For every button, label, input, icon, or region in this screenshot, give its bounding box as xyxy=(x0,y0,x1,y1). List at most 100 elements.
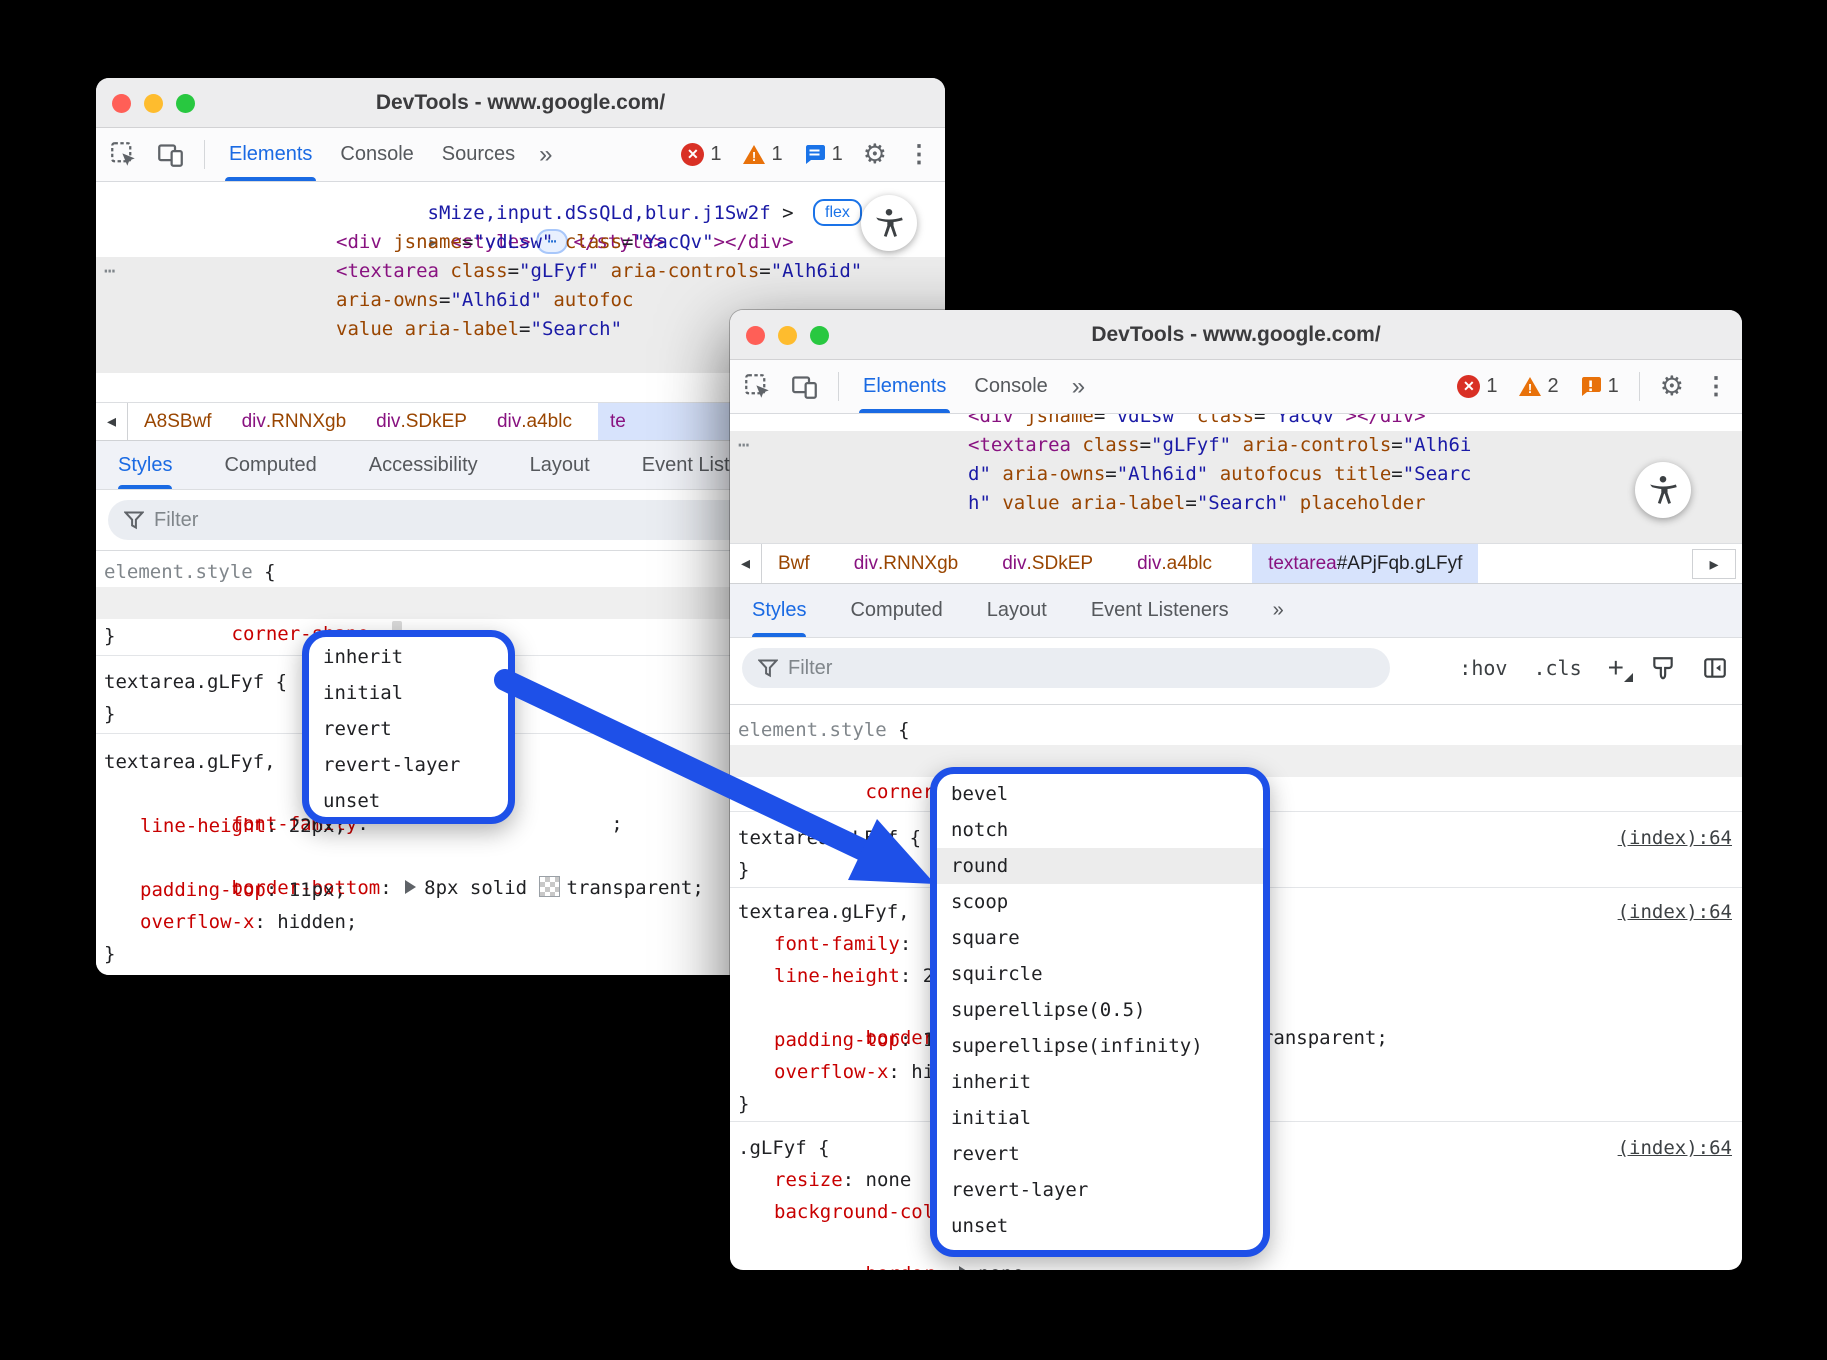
tab-elements[interactable]: Elements xyxy=(859,360,950,413)
sidebar-panel-icon[interactable] xyxy=(1702,655,1728,681)
css-property[interactable]: padding-top: 11px; xyxy=(140,875,346,905)
error-badge[interactable]: ✕ 1 xyxy=(1457,360,1497,413)
dropdown-option[interactable]: scoop xyxy=(937,884,1263,920)
dropdown-option[interactable]: inherit xyxy=(309,639,508,675)
gear-icon[interactable]: ⚙ xyxy=(863,128,887,181)
dropdown-option[interactable]: revert-layer xyxy=(309,747,508,783)
tab-styles[interactable]: Styles xyxy=(752,584,806,637)
dom-line[interactable]: <div jsname="vdLsw" class="YacQv"></div> xyxy=(96,228,945,257)
dropdown-option[interactable]: square xyxy=(937,920,1263,956)
dropdown-option[interactable]: unset xyxy=(309,783,508,819)
warning-badge[interactable]: ! 2 xyxy=(1518,360,1559,413)
css-property[interactable]: font-family: xyxy=(774,929,923,959)
dropdown-option[interactable]: squircle xyxy=(937,956,1263,992)
toggle-class-button[interactable]: .cls xyxy=(1533,656,1581,680)
tab-layout[interactable]: Layout xyxy=(987,584,1047,637)
css-property[interactable]: resize: none xyxy=(774,1165,911,1195)
rule-selector[interactable]: textarea.gLFyf, xyxy=(104,747,276,777)
kebab-menu-icon[interactable]: ⋮ xyxy=(907,128,931,181)
dropdown-option[interactable]: inherit xyxy=(937,1064,1263,1100)
breadcrumb-item[interactable]: div.SDkEP xyxy=(998,544,1097,583)
rule-selector[interactable]: element.style { xyxy=(104,557,276,587)
tab-layout[interactable]: Layout xyxy=(530,441,590,489)
tab-computed[interactable]: Computed xyxy=(850,584,942,637)
zoom-window-button[interactable] xyxy=(810,326,829,345)
minimize-window-button[interactable] xyxy=(144,94,163,113)
tab-console[interactable]: Console xyxy=(970,360,1051,413)
dom-line-selected[interactable] xyxy=(730,518,1742,543)
dom-line-selected[interactable]: h" value aria-label="Search" placeholder xyxy=(730,489,1742,518)
more-panel-tabs-icon[interactable]: » xyxy=(1273,584,1284,637)
message-badge[interactable]: 1 xyxy=(803,128,843,181)
dom-line[interactable]: sMize,input.dSsQLd,blur.j1Sw2f > flex xyxy=(96,182,945,199)
rule-selector[interactable]: textarea.gLFyf { xyxy=(104,667,287,697)
breadcrumb-item[interactable]: div.a4blc xyxy=(1133,544,1216,583)
filter-input[interactable]: Filter xyxy=(742,648,1390,688)
breadcrumb-item[interactable]: div.RNNXgb xyxy=(238,403,351,440)
breadcrumb-item[interactable]: div.SDkEP xyxy=(372,403,471,440)
close-window-button[interactable] xyxy=(746,326,765,345)
transparent-color-swatch[interactable] xyxy=(539,876,560,897)
more-tabs-icon[interactable]: » xyxy=(1072,360,1085,413)
error-badge[interactable]: ✕ 1 xyxy=(681,128,721,181)
crumb-scroll-left-button[interactable]: ◂ xyxy=(730,544,762,583)
stylesheet-source-link[interactable]: (index):64 xyxy=(1618,897,1732,927)
rule-selector[interactable]: textarea.gLFyf, xyxy=(738,897,910,927)
dropdown-option[interactable]: superellipse(infinity) xyxy=(937,1028,1263,1064)
inspect-element-icon[interactable] xyxy=(744,360,771,413)
device-toolbar-icon[interactable] xyxy=(157,128,184,181)
breadcrumb-item-selected[interactable]: te xyxy=(598,403,746,440)
breadcrumb-item[interactable]: div.a4blc xyxy=(493,403,576,440)
warning-badge[interactable]: ! 1 xyxy=(742,128,783,181)
stylesheet-source-link[interactable]: (index):64 xyxy=(1618,1133,1732,1163)
dom-line[interactable]: <div jsname="vdLsw" class="YacQv"></div> xyxy=(730,414,1742,431)
dropdown-option[interactable]: unset xyxy=(937,1208,1263,1244)
tab-accessibility[interactable]: Accessibility xyxy=(369,441,478,489)
rule-selector[interactable]: textarea.gLFyf { xyxy=(738,823,921,853)
dropdown-option[interactable]: initial xyxy=(309,675,508,711)
rule-selector[interactable]: .gLFyf { xyxy=(738,1133,830,1163)
zoom-window-button[interactable] xyxy=(176,94,195,113)
dom-line-selected[interactable]: <textarea class="gLFyf" aria-controls="A… xyxy=(96,257,945,286)
tab-computed[interactable]: Computed xyxy=(224,441,316,489)
device-toolbar-icon[interactable] xyxy=(791,360,818,413)
tab-event-listeners[interactable]: Event Listeners xyxy=(1091,584,1229,637)
dropdown-option[interactable]: revert xyxy=(937,1136,1263,1172)
dropdown-option[interactable]: initial xyxy=(937,1100,1263,1136)
dropdown-option[interactable]: bevel xyxy=(937,776,1263,812)
toggle-hover-state-button[interactable]: :hov xyxy=(1459,656,1507,680)
dom-gutter-ellipsis[interactable]: ⋯ xyxy=(104,260,116,282)
issue-badge[interactable]: 1 xyxy=(1579,360,1619,413)
dropdown-option[interactable]: revert-layer xyxy=(937,1172,1263,1208)
close-window-button[interactable] xyxy=(112,94,131,113)
breadcrumb-item[interactable]: Bwf xyxy=(774,544,814,583)
dom-line-selected[interactable]: d" aria-owns="Alh6id" autofocus title="S… xyxy=(730,460,1742,489)
new-style-rule-button[interactable]: + xyxy=(1608,652,1624,684)
tab-elements[interactable]: Elements xyxy=(225,128,316,181)
inspect-element-icon[interactable] xyxy=(110,128,137,181)
expand-value-icon[interactable] xyxy=(405,880,416,894)
css-property[interactable]: border-bottom: 8px solid transparent; xyxy=(140,843,704,873)
minimize-window-button[interactable] xyxy=(778,326,797,345)
css-property[interactable]: margin: 0; xyxy=(774,1261,1001,1270)
dropdown-option[interactable]: superellipse(0.5) xyxy=(937,992,1263,1028)
dropdown-option[interactable]: round xyxy=(937,848,1263,884)
css-property[interactable]: overflow-x: hidden; xyxy=(140,907,357,937)
rule-selector[interactable]: element.style { xyxy=(738,715,910,745)
breadcrumb-item-selected[interactable]: textarea#APjFqb.gLFyf xyxy=(1252,544,1478,583)
breadcrumb-item[interactable]: div.RNNXgb xyxy=(850,544,963,583)
crumb-scroll-left-button[interactable]: ◂ xyxy=(96,403,128,440)
tab-styles[interactable]: Styles xyxy=(118,441,172,489)
gear-icon[interactable]: ⚙ xyxy=(1660,360,1684,413)
dom-line[interactable]: ▸ <style>⋯</style> xyxy=(96,199,945,228)
tab-sources[interactable]: Sources xyxy=(438,128,519,181)
stylesheet-source-link[interactable]: (index):64 xyxy=(1618,823,1732,853)
rendering-emulation-icon[interactable] xyxy=(1650,655,1676,681)
breadcrumb-item[interactable]: A8SBwf xyxy=(140,403,216,440)
dom-line-selected[interactable]: <textarea class="gLFyf" aria-controls="A… xyxy=(730,431,1742,460)
crumb-scroll-right-button[interactable]: ▸ xyxy=(1692,549,1736,579)
tab-console[interactable]: Console xyxy=(336,128,417,181)
more-tabs-icon[interactable]: » xyxy=(539,128,552,181)
css-property-editing[interactable]: corner-shape: ; xyxy=(140,589,413,619)
kebab-menu-icon[interactable]: ⋮ xyxy=(1704,360,1728,413)
